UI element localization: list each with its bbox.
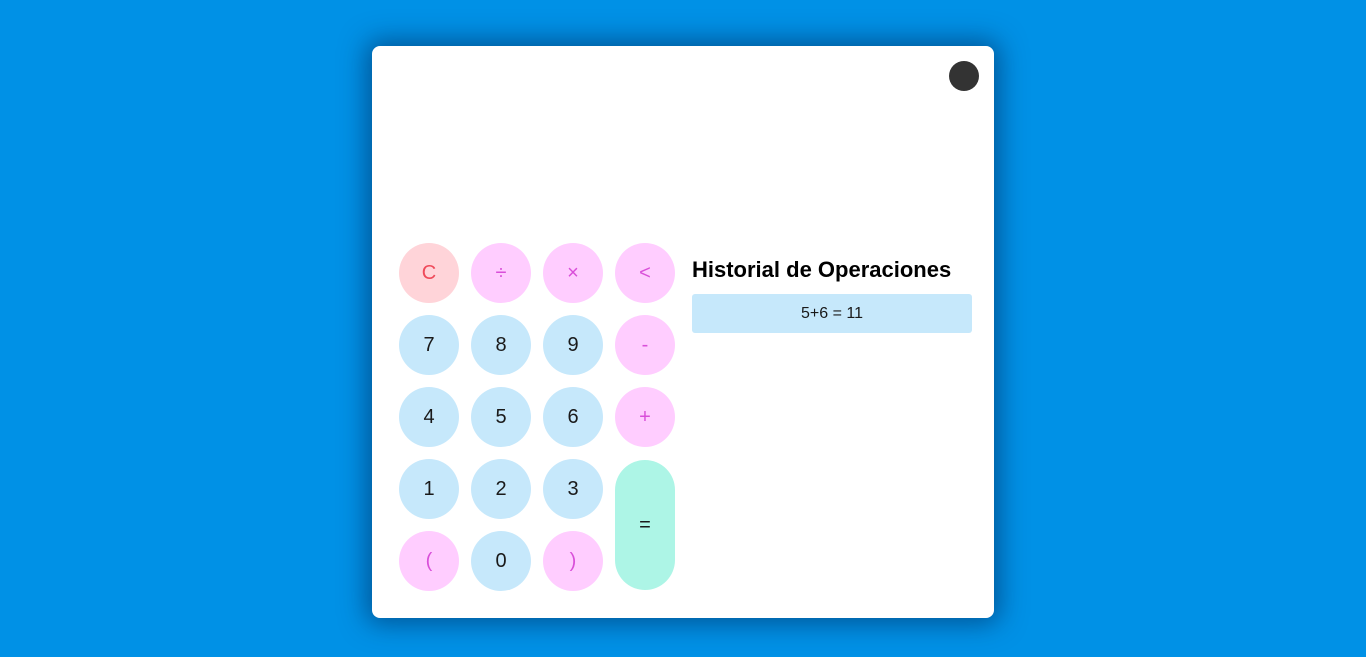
open-paren-button[interactable]: (	[399, 531, 459, 591]
history-list: 5+6 = 11	[692, 294, 972, 333]
history-title: Historial de Operaciones	[692, 257, 952, 282]
history-panel: Historial de Operaciones 5+6 = 11	[692, 254, 982, 333]
digit-1-button[interactable]: 1	[399, 459, 459, 519]
equals-button[interactable]: =	[615, 460, 675, 590]
digit-8-button[interactable]: 8	[471, 315, 531, 375]
backspace-button[interactable]: <	[615, 243, 675, 303]
digit-6-button[interactable]: 6	[543, 387, 603, 447]
calculator-display	[398, 106, 968, 236]
divide-button[interactable]: ÷	[471, 243, 531, 303]
digit-5-button[interactable]: 5	[471, 387, 531, 447]
digit-7-button[interactable]: 7	[399, 315, 459, 375]
digit-3-button[interactable]: 3	[543, 459, 603, 519]
theme-toggle-button[interactable]	[949, 61, 979, 91]
digit-0-button[interactable]: 0	[471, 531, 531, 591]
history-item[interactable]: 5+6 = 11	[692, 294, 972, 333]
clear-button[interactable]: C	[399, 243, 459, 303]
keypad: C ÷ × < 7 8 9 - 4 5 6 + 1 2 3 = ( 0 )	[399, 243, 675, 591]
digit-4-button[interactable]: 4	[399, 387, 459, 447]
close-paren-button[interactable]: )	[543, 531, 603, 591]
minus-button[interactable]: -	[615, 315, 675, 375]
plus-button[interactable]: +	[615, 387, 675, 447]
digit-2-button[interactable]: 2	[471, 459, 531, 519]
digit-9-button[interactable]: 9	[543, 315, 603, 375]
multiply-button[interactable]: ×	[543, 243, 603, 303]
calculator-window: C ÷ × < 7 8 9 - 4 5 6 + 1 2 3 = ( 0 ) Hi…	[372, 46, 994, 618]
